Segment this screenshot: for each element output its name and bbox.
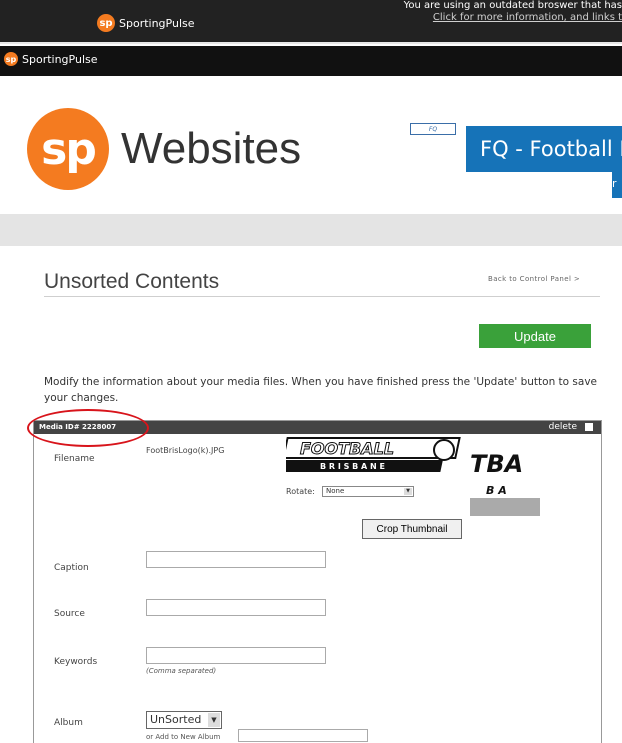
outdated-browser-warning[interactable]: You are using an outdated broswer that h… xyxy=(404,0,622,24)
sportingpulse-logo-icon: sp xyxy=(97,14,115,32)
site-banner-title: FQ - Football B xyxy=(466,126,622,172)
tba-logo-thumbnail: TBA B A xyxy=(470,436,540,516)
websites-wordmark: Websites xyxy=(121,124,302,173)
delete-checkbox[interactable] xyxy=(585,423,593,431)
keywords-input[interactable] xyxy=(146,647,326,664)
caption-label: Caption xyxy=(54,563,89,573)
top-bar: sp SportingPulse You are using an outdat… xyxy=(0,0,622,44)
rotate-value: None xyxy=(326,487,345,495)
album-value: UnSorted xyxy=(150,713,202,726)
sportingpulse-brand-top[interactable]: sp SportingPulse xyxy=(97,14,195,32)
delete-label: delete xyxy=(548,422,577,432)
warning-line-1: You are using an outdated broswer that h… xyxy=(403,0,622,11)
rotate-select[interactable]: None ▼ xyxy=(322,486,414,497)
site-banner-sub: r xyxy=(612,172,622,198)
filename-value: FootBrisLogo(k).JPG xyxy=(146,446,225,455)
keywords-label: Keywords xyxy=(54,657,98,667)
logo-ba-text: B A xyxy=(486,484,507,497)
football-brisbane-logo-image: FOOTBALL B R I S B A N E xyxy=(286,437,461,472)
divider xyxy=(0,42,622,44)
album-label: Album xyxy=(54,718,83,728)
highlight-circle xyxy=(27,409,149,447)
new-album-label: or Add to New Album xyxy=(146,733,221,741)
filename-label: Filename xyxy=(54,454,95,464)
nav-band xyxy=(0,214,622,246)
logo-football-text: FOOTBALL xyxy=(300,439,394,458)
brand-top-label: SportingPulse xyxy=(119,16,195,30)
back-to-control-panel-link[interactable]: Back to Control Panel > xyxy=(488,275,580,283)
page-title: Unsorted Contents xyxy=(44,270,220,293)
crop-thumbnail-button[interactable]: Crop Thumbnail xyxy=(362,519,462,539)
brand-bar-label: SportingPulse xyxy=(22,52,98,66)
sp-logo-mark: sp xyxy=(27,108,109,190)
rotate-label: Rotate: xyxy=(286,487,315,496)
logo-tba-text: TBA xyxy=(470,450,523,478)
chevron-down-icon: ▼ xyxy=(404,488,412,495)
warning-link[interactable]: Click for more information, and links t xyxy=(404,12,622,24)
football-queensland-badge-icon: FQ xyxy=(410,123,456,135)
intro-text: Modify the information about your media … xyxy=(44,376,598,404)
logo-brisbane-text: B R I S B A N E xyxy=(320,462,385,471)
update-button[interactable]: Update xyxy=(479,324,591,348)
sportingpulse-brand-bar[interactable]: sp SportingPulse xyxy=(4,52,98,66)
title-divider xyxy=(44,296,600,297)
caption-input[interactable] xyxy=(146,551,326,568)
source-label: Source xyxy=(54,609,85,619)
sp-websites-logo[interactable]: sp Websites xyxy=(27,108,301,190)
album-select[interactable]: UnSorted ▼ xyxy=(146,711,222,729)
chevron-down-icon: ▼ xyxy=(208,713,220,727)
sportingpulse-small-logo-icon: sp xyxy=(4,52,18,66)
source-input[interactable] xyxy=(146,599,326,616)
secondary-bar: sp SportingPulse xyxy=(0,46,622,76)
keywords-hint: (Comma separated) xyxy=(146,667,217,675)
new-album-input[interactable] xyxy=(238,729,368,742)
